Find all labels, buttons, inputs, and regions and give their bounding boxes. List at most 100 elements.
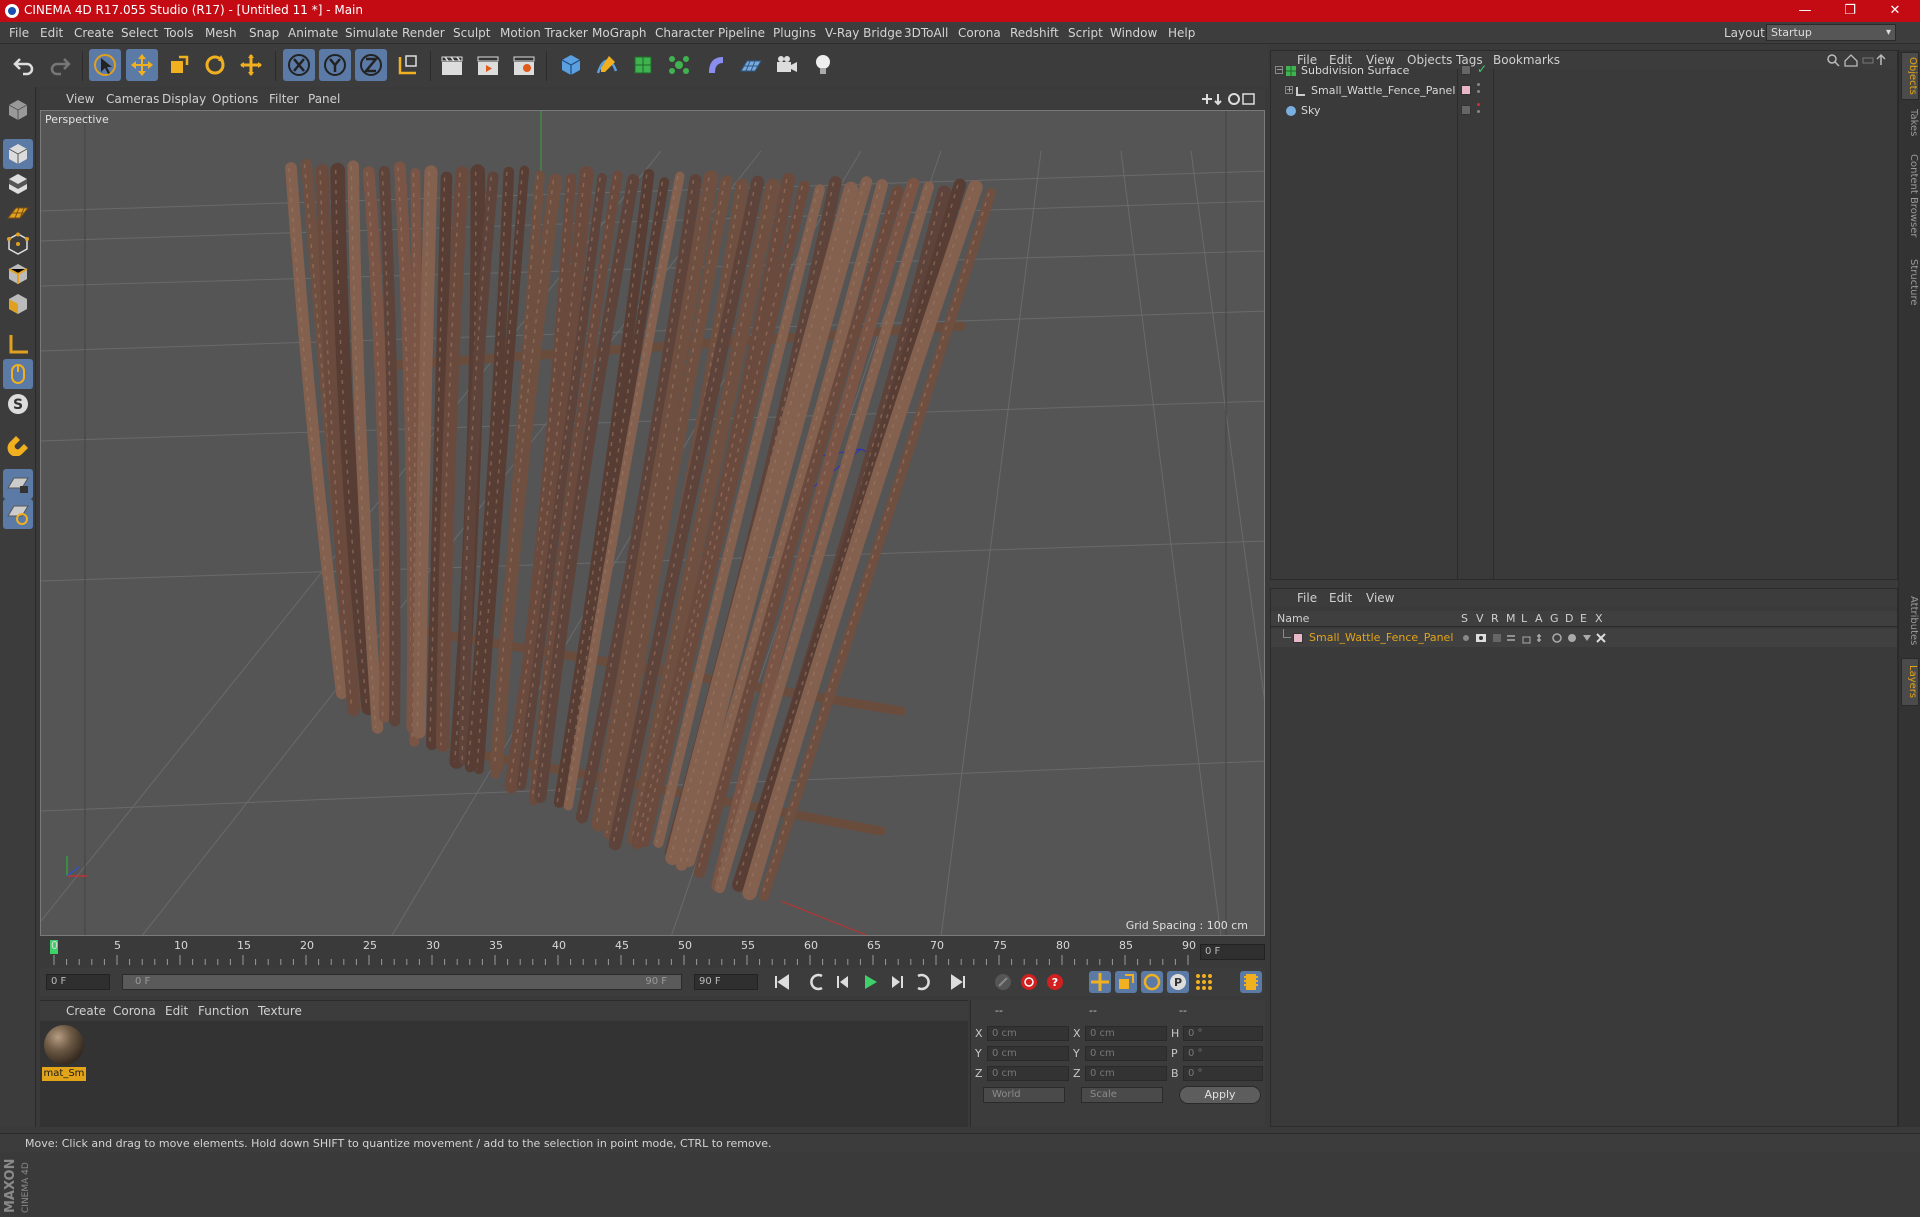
position-key-button[interactable] bbox=[1089, 971, 1111, 993]
add-cube-button[interactable] bbox=[555, 49, 587, 81]
redo-button[interactable] bbox=[44, 49, 76, 81]
layer-menu-file[interactable]: File bbox=[1297, 591, 1317, 605]
previous-frame-button[interactable] bbox=[833, 971, 855, 993]
collapse-toggle-icon[interactable]: − bbox=[1275, 66, 1283, 74]
rotation-key-button[interactable] bbox=[1141, 971, 1163, 993]
size-y-field[interactable]: 0 cm bbox=[1085, 1046, 1167, 1061]
menu-edit[interactable]: Edit bbox=[40, 26, 63, 40]
tweak-mode-button[interactable] bbox=[3, 359, 33, 389]
menu-pipeline[interactable]: Pipeline bbox=[718, 26, 765, 40]
menu-redshift[interactable]: Redshift bbox=[1010, 26, 1059, 40]
snap-button[interactable]: S bbox=[3, 389, 33, 419]
tab-layers[interactable]: Layers bbox=[1901, 658, 1919, 706]
material-menu-texture[interactable]: Texture bbox=[258, 1004, 302, 1018]
menu-sculpt[interactable]: Sculpt bbox=[453, 26, 490, 40]
viewport-menu-options[interactable]: Options bbox=[212, 92, 258, 106]
menu-motion-tracker[interactable]: Motion Tracker bbox=[500, 26, 588, 40]
autokeying-button[interactable]: ? bbox=[1044, 971, 1066, 993]
scale-tool-button[interactable] bbox=[163, 49, 195, 81]
next-frame-button[interactable] bbox=[885, 971, 907, 993]
layer-color-icon[interactable] bbox=[1461, 85, 1471, 95]
visibility-toggle-icon[interactable] bbox=[1461, 105, 1471, 115]
visibility-toggle-icon[interactable] bbox=[1461, 65, 1471, 75]
axis-mode-button[interactable] bbox=[3, 329, 33, 359]
material-swatch[interactable]: mat_Sm bbox=[40, 1021, 90, 1083]
edges-mode-button[interactable] bbox=[3, 259, 33, 289]
workplane-planar-button[interactable] bbox=[3, 499, 33, 529]
coordinate-mode-dropdown[interactable]: World bbox=[983, 1087, 1065, 1103]
menu-character[interactable]: Character bbox=[655, 26, 714, 40]
move-tool-button[interactable] bbox=[126, 49, 158, 81]
menu-create[interactable]: Create bbox=[74, 26, 114, 40]
play-button[interactable] bbox=[859, 971, 881, 993]
render-settings-button[interactable] bbox=[508, 49, 540, 81]
viewport-menu-panel[interactable]: Panel bbox=[308, 92, 340, 106]
menu-simulate[interactable]: Simulate bbox=[345, 26, 398, 40]
viewport-navigation-icons[interactable] bbox=[1200, 92, 1260, 106]
layer-row[interactable]: Small_Wattle_Fence_Panel bbox=[1271, 629, 1897, 647]
add-camera-button[interactable] bbox=[771, 49, 803, 81]
tab-objects[interactable]: Objects bbox=[1901, 52, 1919, 100]
add-array-button[interactable] bbox=[663, 49, 695, 81]
layer-menu-view[interactable]: View bbox=[1366, 591, 1394, 605]
layout-dropdown[interactable]: Startup bbox=[1766, 24, 1896, 41]
z-axis-button[interactable] bbox=[355, 49, 387, 81]
go-to-end-button[interactable] bbox=[947, 971, 969, 993]
add-deformer-button[interactable] bbox=[699, 49, 731, 81]
viewport-menu-view[interactable]: View bbox=[66, 92, 94, 106]
parameter-key-button[interactable]: P bbox=[1167, 971, 1189, 993]
x-axis-button[interactable] bbox=[283, 49, 315, 81]
timeline-ruler[interactable]: 0 5 10 15 20 25 30 35 40 45 50 55 60 65 70 75 80 85 90 bbox=[40, 937, 1265, 967]
material-menu-create[interactable]: Create bbox=[66, 1004, 106, 1018]
menu-script[interactable]: Script bbox=[1068, 26, 1103, 40]
viewport-menu-filter[interactable]: Filter bbox=[269, 92, 299, 106]
menu-select[interactable]: Select bbox=[121, 26, 158, 40]
perspective-viewport[interactable]: Perspective Grid Spacing : 100 cm bbox=[40, 110, 1265, 936]
maximize-button[interactable]: ❐ bbox=[1827, 0, 1873, 22]
editor-visibility-dot-icon[interactable] bbox=[1477, 103, 1480, 106]
current-frame-field[interactable]: 0 F bbox=[1200, 944, 1265, 960]
menu-window[interactable]: Window bbox=[1110, 26, 1157, 40]
menu-vray-bridge[interactable]: V-Ray Bridge bbox=[825, 26, 902, 40]
object-row-subdivision-surface[interactable]: − Subdivision Surface ✓ bbox=[1271, 61, 1897, 81]
material-menu-corona[interactable]: Corona bbox=[113, 1004, 156, 1018]
model-mode-button[interactable] bbox=[3, 139, 33, 169]
record-active-objects-button[interactable] bbox=[1018, 971, 1040, 993]
add-nurbs-button[interactable] bbox=[627, 49, 659, 81]
layer-color-swatch[interactable] bbox=[1293, 633, 1303, 643]
apply-button[interactable]: Apply bbox=[1179, 1086, 1261, 1104]
object-row-small-wattle-fence-panel[interactable]: + Small_Wattle_Fence_Panel bbox=[1271, 81, 1897, 101]
size-z-field[interactable]: 0 cm bbox=[1085, 1066, 1167, 1081]
y-axis-button[interactable] bbox=[319, 49, 351, 81]
rotation-b-field[interactable]: 0 ° bbox=[1183, 1066, 1263, 1081]
menu-animate[interactable]: Animate bbox=[288, 26, 338, 40]
timeline-window-button[interactable] bbox=[1240, 971, 1262, 993]
workplane-mode-button[interactable] bbox=[3, 199, 33, 229]
polygons-mode-button[interactable] bbox=[3, 289, 33, 319]
recent-tools-button[interactable] bbox=[235, 49, 267, 81]
previous-key-button[interactable] bbox=[807, 971, 829, 993]
add-spline-button[interactable] bbox=[591, 49, 623, 81]
minimize-button[interactable]: — bbox=[1782, 0, 1828, 22]
next-key-button[interactable] bbox=[911, 971, 933, 993]
render-to-picture-viewer-button[interactable] bbox=[472, 49, 504, 81]
layer-toggle-icons[interactable] bbox=[1461, 632, 1611, 644]
render-visibility-dot-icon[interactable] bbox=[1477, 110, 1480, 113]
lock-workplane-button[interactable] bbox=[3, 469, 33, 499]
material-menu-edit[interactable]: Edit bbox=[165, 1004, 188, 1018]
render-view-button[interactable] bbox=[436, 49, 468, 81]
rotation-p-field[interactable]: 0 ° bbox=[1183, 1046, 1263, 1061]
close-button[interactable]: ✕ bbox=[1872, 0, 1918, 22]
undo-button[interactable] bbox=[8, 49, 40, 81]
add-light-button[interactable] bbox=[807, 49, 839, 81]
start-frame-field[interactable]: 0 F bbox=[46, 974, 110, 990]
render-visibility-dot-icon[interactable] bbox=[1477, 90, 1480, 93]
menu-mesh[interactable]: Mesh bbox=[205, 26, 237, 40]
texture-mode-button[interactable] bbox=[3, 169, 33, 199]
menu-file[interactable]: File bbox=[9, 26, 29, 40]
rotate-tool-button[interactable] bbox=[199, 49, 231, 81]
rotation-h-field[interactable]: 0 ° bbox=[1183, 1026, 1263, 1041]
frame-range-slider[interactable]: 0 F 90 F bbox=[122, 974, 682, 990]
menu-tools[interactable]: Tools bbox=[164, 26, 194, 40]
tab-takes[interactable]: Takes bbox=[1901, 104, 1919, 142]
